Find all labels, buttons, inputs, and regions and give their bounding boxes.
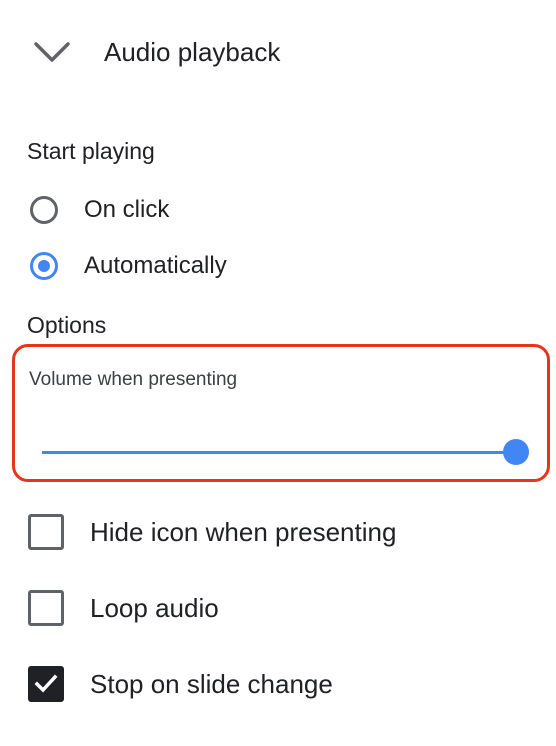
panel-header: Audio playback — [0, 22, 556, 82]
radio-selected-dot — [38, 260, 50, 272]
chevron-down-icon[interactable] — [32, 34, 72, 70]
slider-fill — [42, 451, 516, 454]
checkbox-loop-audio[interactable] — [28, 590, 64, 626]
volume-label: Volume when presenting — [29, 369, 238, 390]
volume-slider[interactable] — [42, 439, 529, 467]
panel-title: Audio playback — [104, 37, 281, 67]
options-heading: Options — [27, 312, 107, 338]
volume-highlight-box: Volume when presenting — [12, 344, 550, 482]
checkbox-row-stop-on-slide-change[interactable]: Stop on slide change — [28, 664, 508, 708]
radio-option-automatically[interactable]: Automatically — [28, 248, 408, 288]
checkbox-hide-icon[interactable] — [28, 514, 64, 550]
checkbox-stop-on-slide-change[interactable] — [28, 666, 64, 702]
radio-button-on-click[interactable] — [30, 196, 58, 224]
slider-thumb[interactable] — [503, 439, 529, 465]
radio-label-on-click: On click — [84, 196, 170, 223]
start-playing-heading: Start playing — [27, 138, 155, 164]
checkbox-row-loop-audio[interactable]: Loop audio — [28, 588, 508, 632]
radio-label-automatically: Automatically — [84, 252, 227, 279]
radio-button-automatically[interactable] — [30, 252, 58, 280]
checkbox-label-loop-audio: Loop audio — [90, 593, 219, 623]
checkbox-row-hide-icon[interactable]: Hide icon when presenting — [28, 512, 508, 556]
radio-option-on-click[interactable]: On click — [28, 192, 408, 232]
checkbox-label-stop-on-slide-change: Stop on slide change — [90, 669, 333, 699]
checkmark-icon — [34, 674, 58, 693]
checkbox-label-hide-icon: Hide icon when presenting — [90, 517, 397, 547]
